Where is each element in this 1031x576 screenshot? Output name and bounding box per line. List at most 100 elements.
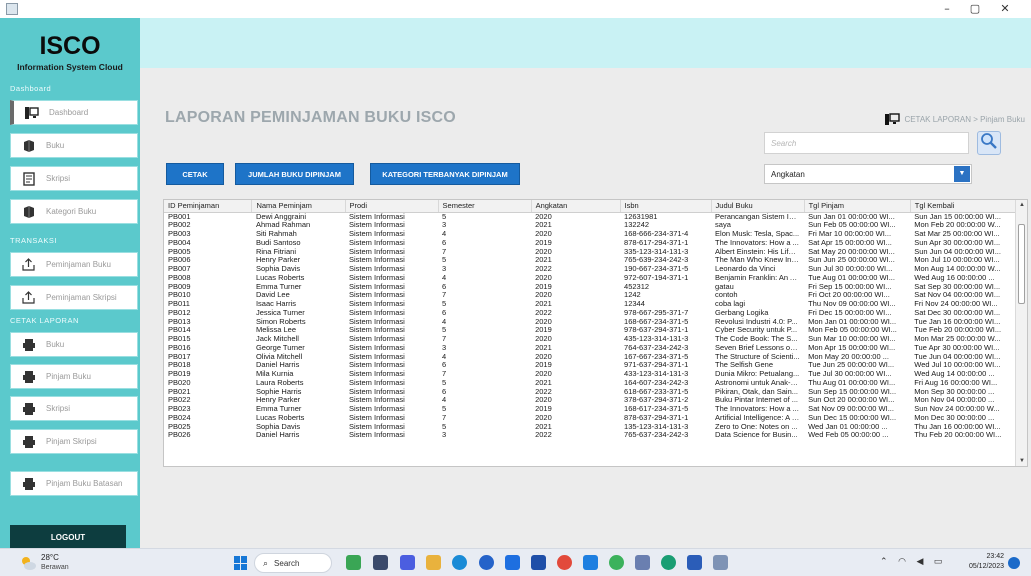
- table-cell[interactable]: Sun Apr 30 00:00:00 WI...: [910, 239, 1015, 248]
- table-cell[interactable]: Seven Brief Lessons on...: [711, 344, 804, 353]
- table-cell[interactable]: Thu Feb 20 00:00:00 WI...: [910, 431, 1015, 440]
- table-row[interactable]: PB026 Daniel Harris Sistem Informasi 3 2022 7…: [164, 431, 1016, 440]
- table-cell[interactable]: Tue Jul 30 00:00:00 WI...: [804, 370, 910, 379]
- table-cell[interactable]: 972-607-194-371-1: [620, 274, 711, 283]
- table-cell[interactable]: Sun Jan 15 00:00:00 WI...: [910, 212, 1015, 221]
- sidebar-item-cetak-buku[interactable]: Buku: [10, 332, 138, 357]
- table-cell[interactable]: coba lagi: [711, 300, 804, 309]
- table-cell[interactable]: PB013: [164, 318, 252, 327]
- table-row[interactable]: PB007 Sophia Davis Sistem Informasi 3 2022 19…: [164, 265, 1016, 274]
- maximize-button[interactable]: ▢: [962, 2, 988, 16]
- chrome-icon[interactable]: [557, 555, 572, 570]
- table-cell[interactable]: Albert Einstein: His Life ...: [711, 248, 804, 257]
- table-cell[interactable]: Melissa Lee: [252, 326, 345, 335]
- table-cell[interactable]: Mon Jan 01 00:00:00 WI...: [804, 318, 910, 327]
- windows-start-icon[interactable]: [234, 556, 248, 570]
- scrollbar-thumb[interactable]: [1018, 224, 1025, 304]
- table-cell[interactable]: Mon Nov 04 00:00:00 ...: [910, 396, 1015, 405]
- table-cell[interactable]: 2020: [531, 230, 620, 239]
- table-cell[interactable]: The Structure of Scienti...: [711, 353, 804, 362]
- table-cell[interactable]: Laura Roberts: [252, 379, 345, 388]
- table-cell[interactable]: 4: [438, 230, 531, 239]
- table-row[interactable]: PB005 Rina Fitriani Sistem Informasi 7 2020 3…: [164, 248, 1016, 257]
- table-cell[interactable]: 6: [438, 283, 531, 292]
- table-cell[interactable]: 4: [438, 396, 531, 405]
- table-cell[interactable]: 4: [438, 353, 531, 362]
- table-cell[interactable]: Sistem Informasi: [345, 221, 438, 230]
- table-cell[interactable]: 765-639-234-242-3: [620, 256, 711, 265]
- table-cell[interactable]: Sophie Harris: [252, 388, 345, 397]
- column-header[interactable]: Tgl Kembali: [910, 200, 1017, 213]
- table-cell[interactable]: Sun Feb 05 00:00:00 WI...: [804, 221, 910, 230]
- table-cell[interactable]: Sistem Informasi: [345, 370, 438, 379]
- table-cell[interactable]: Tue Jun 04 00:00:00 WI...: [910, 353, 1015, 362]
- system-tray[interactable]: ⌃ ◠ ◀ ▭: [880, 556, 942, 567]
- table-cell[interactable]: Lucas Roberts: [252, 414, 345, 423]
- table-cell[interactable]: Isaac Harris: [252, 300, 345, 309]
- table-row[interactable]: PB009 Emma Turner Sistem Informasi 6 2019 452…: [164, 283, 1016, 292]
- battery-icon[interactable]: ▭: [934, 556, 943, 566]
- table-cell[interactable]: Henry Parker: [252, 256, 345, 265]
- column-header[interactable]: Judul Buku: [711, 200, 805, 213]
- table-cell[interactable]: 168-666-234-371-4: [620, 230, 711, 239]
- table-cell[interactable]: Emma Turner: [252, 283, 345, 292]
- table-cell[interactable]: 878-637-294-371-1: [620, 414, 711, 423]
- table-cell[interactable]: The Innovators: How a ...: [711, 239, 804, 248]
- chevron-down-icon[interactable]: ▼: [954, 166, 970, 182]
- table-cell[interactable]: Sun Jul 30 00:00:00 WI...: [804, 265, 910, 274]
- table-cell[interactable]: 435-123-314-131-3: [620, 335, 711, 344]
- table-cell[interactable]: 2022: [531, 388, 620, 397]
- table-cell[interactable]: PB020: [164, 379, 252, 388]
- table-cell[interactable]: Sun Dec 15 00:00:00 WI...: [804, 414, 910, 423]
- table-cell[interactable]: 4: [438, 274, 531, 283]
- table-cell[interactable]: 765-637-234-242-3: [620, 431, 711, 440]
- table-cell[interactable]: Olivia Mitchell: [252, 353, 345, 362]
- table-cell[interactable]: 132242: [620, 221, 711, 230]
- table-cell[interactable]: Daniel Harris: [252, 361, 345, 370]
- table-row[interactable]: PB019 Mila Kurnia Sistem Informasi 7 2020 433…: [164, 370, 1016, 379]
- table-row[interactable]: PB008 Lucas Roberts Sistem Informasi 4 2020 9…: [164, 274, 1016, 283]
- table-cell[interactable]: Sistem Informasi: [345, 265, 438, 274]
- table-cell[interactable]: 452312: [620, 283, 711, 292]
- table-cell[interactable]: Fri Mar 10 00:00:00 WI...: [804, 230, 910, 239]
- weather-widget[interactable]: 28°C Berawan: [20, 553, 69, 572]
- sidebar-item-buku[interactable]: Buku: [10, 133, 138, 158]
- table-cell[interactable]: Sistem Informasi: [345, 344, 438, 353]
- notification-icon[interactable]: [1008, 557, 1020, 569]
- table-cell[interactable]: 2019: [531, 239, 620, 248]
- app-icon[interactable]: [609, 555, 624, 570]
- table-cell[interactable]: Sat Mar 25 00:00:00 WI...: [910, 230, 1015, 239]
- table-cell[interactable]: 190-667-234-371-5: [620, 265, 711, 274]
- table-cell[interactable]: Gerbang Logika: [711, 309, 804, 318]
- table-cell[interactable]: 6: [438, 309, 531, 318]
- search-input[interactable]: Search: [764, 132, 969, 154]
- table-cell[interactable]: 7: [438, 291, 531, 300]
- table-cell[interactable]: 2020: [531, 414, 620, 423]
- table-cell[interactable]: PB017: [164, 353, 252, 362]
- table-cell[interactable]: 5: [438, 326, 531, 335]
- table-cell[interactable]: Tue Aug 01 00:00:00 WI...: [804, 274, 910, 283]
- column-header[interactable]: Prodi: [345, 200, 439, 213]
- app-icon[interactable]: [505, 555, 520, 570]
- table-cell[interactable]: 2020: [531, 353, 620, 362]
- table-cell[interactable]: PB001: [164, 212, 252, 221]
- file-explorer-icon[interactable]: [426, 555, 441, 570]
- vertical-scrollbar[interactable]: ▲ ▼: [1015, 200, 1027, 466]
- table-cell[interactable]: PB022: [164, 396, 252, 405]
- table-cell[interactable]: Leonardo da Vinci: [711, 265, 804, 274]
- table-cell[interactable]: Sistem Informasi: [345, 230, 438, 239]
- table-cell[interactable]: Mon Apr 15 00:00:00 WI...: [804, 344, 910, 353]
- table-cell[interactable]: 5: [438, 379, 531, 388]
- table-cell[interactable]: Mon Sep 30 00:00:00 ...: [910, 388, 1015, 397]
- table-cell[interactable]: Sat Dec 30 00:00:00 WI...: [910, 309, 1015, 318]
- table-cell[interactable]: Fri Aug 16 00:00:00 WI...: [910, 379, 1015, 388]
- store-icon[interactable]: [479, 555, 494, 570]
- table-cell[interactable]: Pikiran, Otak, dan Sain...: [711, 388, 804, 397]
- table-cell[interactable]: 12344: [620, 300, 711, 309]
- table-cell[interactable]: Sun Nov 24 00:00:00 W...: [910, 405, 1015, 414]
- table-row[interactable]: PB024 Lucas Roberts Sistem Informasi 7 2020 8…: [164, 414, 1016, 423]
- jumlah-buku-dipinjam-button[interactable]: JUMLAH BUKU DIPINJAM: [235, 163, 354, 185]
- table-cell[interactable]: PB011: [164, 300, 252, 309]
- table-cell[interactable]: Sophia Davis: [252, 265, 345, 274]
- table-row[interactable]: PB014 Melissa Lee Sistem Informasi 5 2019 978…: [164, 326, 1016, 335]
